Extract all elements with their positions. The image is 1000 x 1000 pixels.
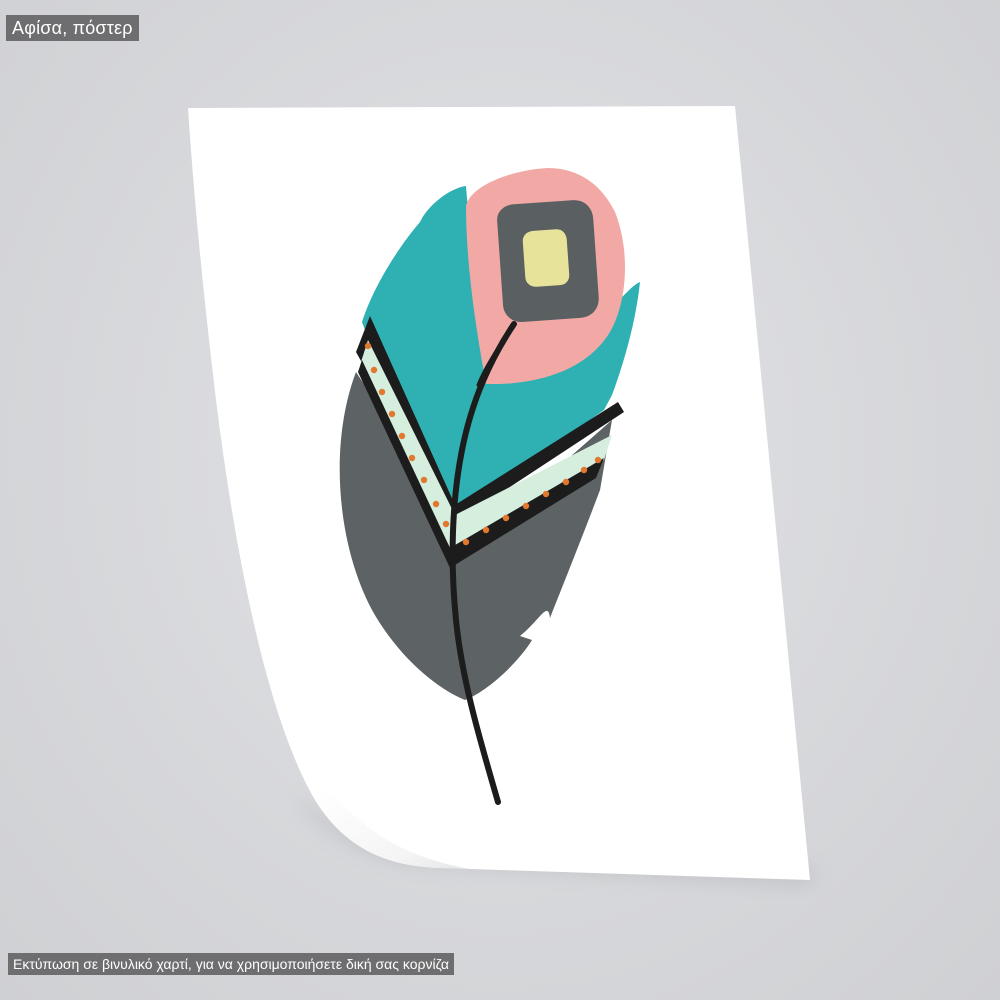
product-stage: Αφίσα, πόστερ Εκτύπωση σε βινυλικό χαρτί… <box>0 0 1000 1000</box>
product-type-label: Αφίσα, πόστερ <box>6 15 139 41</box>
feather-eye-center <box>522 229 570 287</box>
print-info-caption: Εκτύπωση σε βινυλικό χαρτί, για να χρησι… <box>8 953 454 975</box>
poster-illustration <box>188 106 812 882</box>
